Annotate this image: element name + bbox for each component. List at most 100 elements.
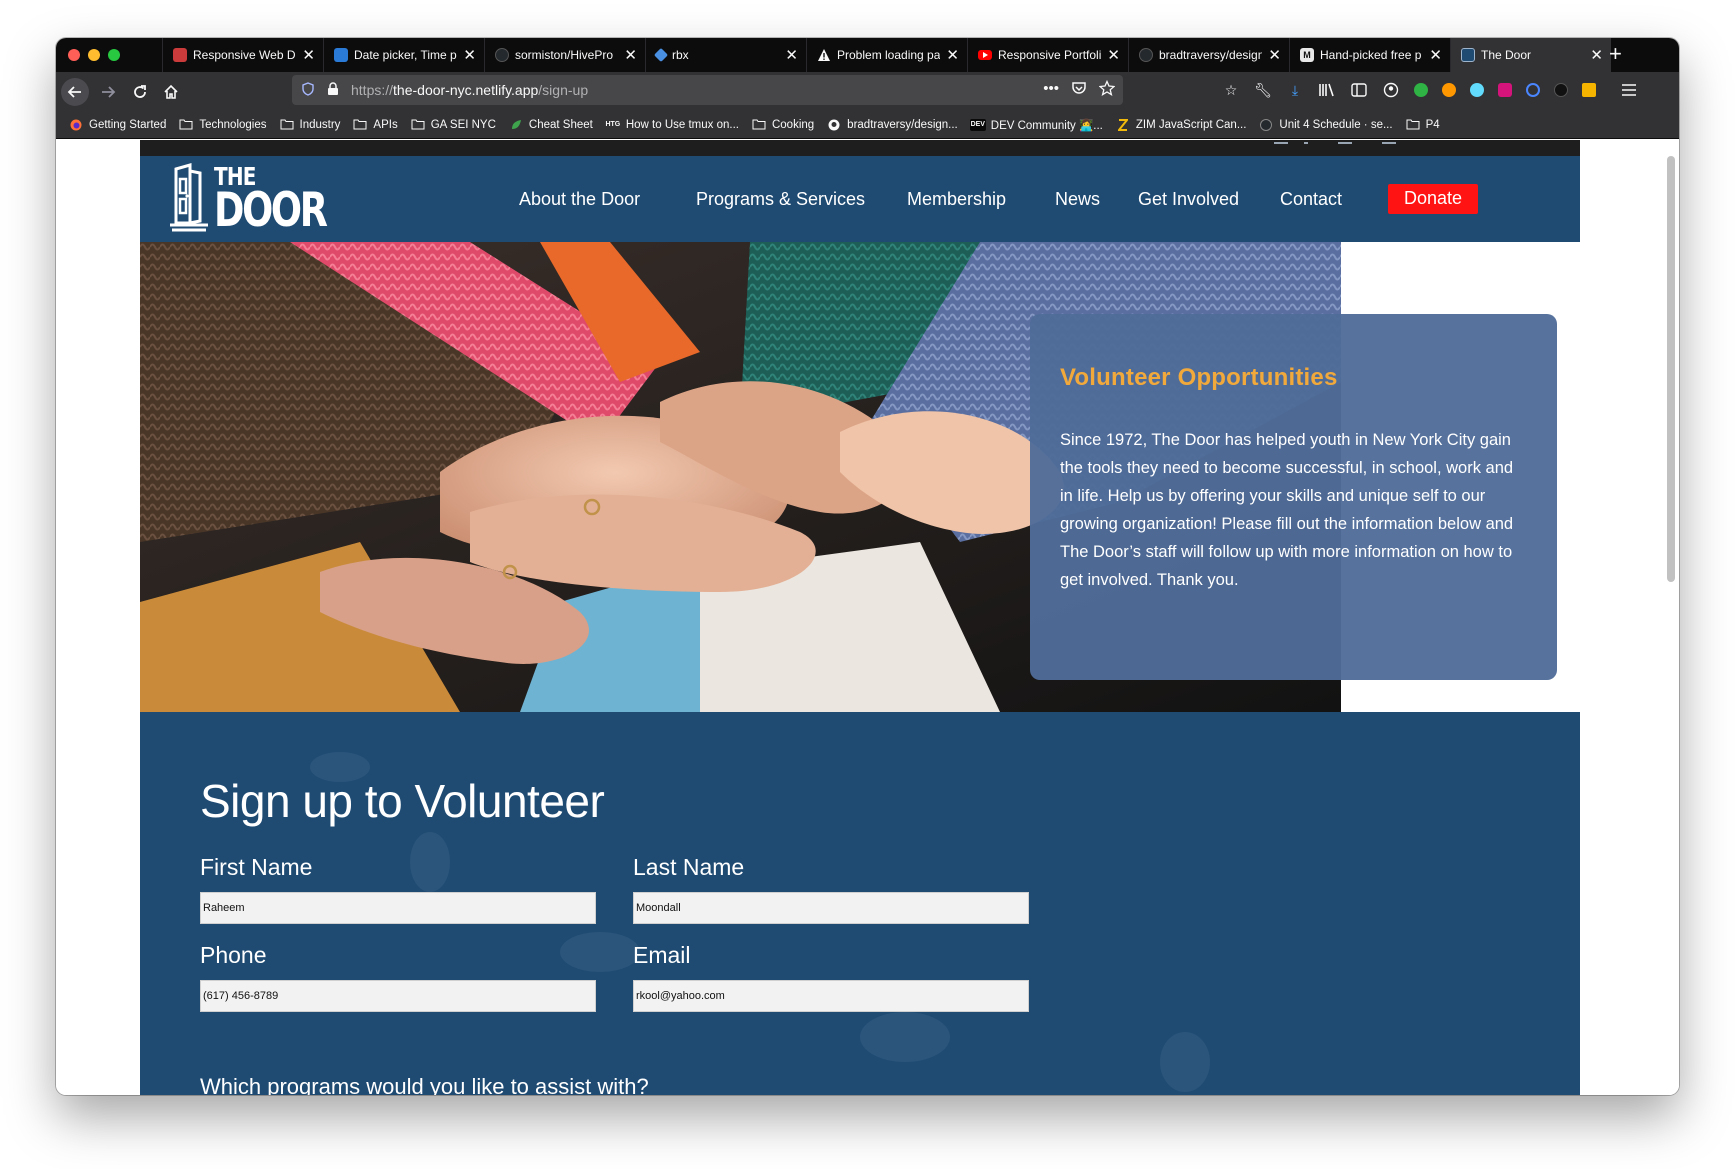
youtube-icon[interactable] (1382, 140, 1396, 144)
tab-the-door[interactable]: The Door ✕ (1450, 38, 1611, 72)
minimize-window-button[interactable] (88, 49, 100, 61)
bookmark-cheat-sheet[interactable]: Cheat Sheet (508, 119, 593, 131)
close-icon[interactable]: ✕ (302, 48, 315, 63)
scrollbar-thumb[interactable] (1667, 156, 1675, 582)
back-arrow-icon[interactable] (61, 78, 89, 106)
lock-icon[interactable] (327, 81, 341, 99)
download-icon[interactable]: ⤓ (1286, 81, 1304, 99)
extension-dark-icon[interactable] (1554, 83, 1568, 97)
wrench-icon[interactable]: 🔧︎ (1254, 81, 1272, 99)
paint-splatter (560, 932, 640, 972)
close-icon[interactable]: ✕ (1268, 48, 1281, 63)
programs-question: Which programs would you like to assist … (200, 1074, 649, 1095)
new-tab-plus-icon[interactable]: + (1609, 41, 1622, 67)
folder-icon (1405, 119, 1421, 131)
bookmark-cooking[interactable]: Cooking (751, 119, 814, 131)
github-icon (1258, 118, 1274, 131)
instagram-icon[interactable] (1274, 140, 1288, 144)
github-icon (1139, 48, 1153, 62)
close-icon[interactable]: ✕ (1590, 48, 1603, 63)
hamburger-menu-icon[interactable] (1620, 81, 1638, 99)
bookmark-label: Cheat Sheet (528, 118, 593, 131)
pocket-icon[interactable] (1071, 80, 1087, 100)
phone-label: Phone (200, 942, 267, 968)
rbx-icon (653, 47, 669, 63)
extension-ring-icon[interactable] (1526, 83, 1540, 97)
nav-about-the-door[interactable]: About the Door (519, 189, 640, 210)
close-icon[interactable]: ✕ (624, 48, 637, 63)
folder-icon (410, 119, 426, 131)
close-icon[interactable]: ✕ (785, 48, 798, 63)
bookmark-technologies[interactable]: Technologies (178, 119, 267, 131)
email-input[interactable] (633, 980, 1029, 1012)
extension-orange-icon[interactable] (1442, 83, 1456, 97)
tab-rbx[interactable]: rbx ✕ (645, 38, 806, 72)
first-name-input[interactable] (200, 892, 596, 924)
close-icon[interactable]: ✕ (463, 48, 476, 63)
library-icon[interactable] (1318, 81, 1336, 99)
close-icon[interactable]: ✕ (1107, 48, 1120, 63)
forward-arrow-icon[interactable] (94, 78, 122, 106)
phone-input[interactable] (200, 980, 596, 1012)
form-title: Sign up to Volunteer (200, 775, 605, 827)
address-bar[interactable]: https://the-door-nyc.netlify.app/sign-up… (292, 75, 1123, 105)
bookmark-unit-4-schedule[interactable]: Unit 4 Schedule · se... (1258, 118, 1393, 131)
bookmark-label: How to Use tmux on... (625, 118, 739, 131)
bookmark-label: Unit 4 Schedule · se... (1279, 118, 1393, 131)
bookmark-bradtraversy[interactable]: bradtraversy/design... (826, 119, 958, 131)
bookmark-p4[interactable]: P4 (1405, 119, 1440, 131)
tab-date-picker[interactable]: Date picker, Time picker ✕ (323, 38, 484, 72)
volunteer-opportunities-card: Volunteer Opportunities Since 1972, The … (1030, 314, 1557, 680)
close-window-button[interactable] (68, 49, 80, 61)
bookmark-industry[interactable]: Industry (279, 118, 341, 131)
nav-get-involved[interactable]: Get Involved (1138, 189, 1239, 210)
browser-window: Responsive Web Design ✕ Date picker, Tim… (56, 38, 1679, 1095)
tracking-protection-shield-icon[interactable] (301, 81, 315, 99)
account-icon[interactable] (1382, 81, 1400, 99)
tab-bradtraversy-design[interactable]: bradtraversy/design ✕ (1128, 38, 1289, 72)
bookmark-star-icon[interactable] (1098, 79, 1116, 100)
close-icon[interactable]: ✕ (1429, 48, 1442, 63)
twitter-icon[interactable] (1338, 140, 1352, 144)
bookmark-apis[interactable]: APIs (352, 119, 398, 131)
bookmark-label: Industry (299, 118, 341, 131)
reader-star-icon[interactable]: ☆ (1222, 81, 1240, 99)
bookmark-dev-community[interactable]: DEV DEV Community 👩‍💻... (969, 118, 1103, 132)
tab-problem-loading[interactable]: Problem loading page ✕ (806, 38, 967, 72)
extension-green-icon[interactable] (1414, 83, 1428, 97)
facebook-icon[interactable] (1304, 140, 1308, 144)
page-viewport: THE DOOR About the Door Programs & Servi… (56, 140, 1679, 1095)
github-icon (495, 48, 509, 62)
reload-icon[interactable] (126, 78, 154, 106)
donate-button[interactable]: Donate (1388, 184, 1479, 214)
site-header: THE DOOR About the Door Programs & Servi… (140, 156, 1580, 242)
close-icon[interactable]: ✕ (946, 48, 959, 63)
extension-yellow-icon[interactable] (1582, 83, 1596, 97)
nav-programs-services[interactable]: Programs & Services (696, 189, 865, 210)
page-actions-ellipsis-icon[interactable]: ••• (1043, 80, 1059, 100)
tab-title: sormiston/HivePro (515, 48, 614, 62)
sidebar-icon[interactable] (1350, 81, 1368, 99)
page-scrollbar[interactable] (1663, 140, 1679, 1095)
react-devtools-icon[interactable] (1470, 83, 1484, 97)
tab-hivepro[interactable]: sormiston/HivePro ✕ (484, 38, 645, 72)
bookmark-getting-started[interactable]: Getting Started (68, 119, 166, 131)
extension-grid-icon[interactable] (1498, 83, 1512, 97)
the-door-logo[interactable]: THE DOOR (168, 163, 357, 235)
tab-favicon-icon (334, 48, 348, 62)
nav-contact[interactable]: Contact (1280, 189, 1342, 210)
bookmark-ga-sei-nyc[interactable]: GA SEI NYC (410, 119, 496, 131)
tab-title: Responsive Web Design (193, 48, 296, 62)
tab-title: The Door (1481, 48, 1532, 62)
zoom-window-button[interactable] (108, 49, 120, 61)
home-icon[interactable] (157, 78, 185, 106)
last-name-input[interactable] (633, 892, 1029, 924)
bookmark-tmux[interactable]: HTG How to Use tmux on... (605, 119, 739, 131)
tab-hand-picked[interactable]: M Hand-picked free p ✕ (1289, 38, 1450, 72)
nav-news[interactable]: News (1055, 189, 1100, 210)
tab-responsive-portfolio[interactable]: Responsive Portfolio ✕ (967, 38, 1128, 72)
bookmark-label: Getting Started (89, 118, 167, 131)
bookmark-zim[interactable]: ZIM JavaScript Can... (1115, 118, 1246, 131)
tab-responsive-web-design[interactable]: Responsive Web Design ✕ (162, 38, 323, 72)
nav-membership[interactable]: Membership (907, 189, 1006, 210)
